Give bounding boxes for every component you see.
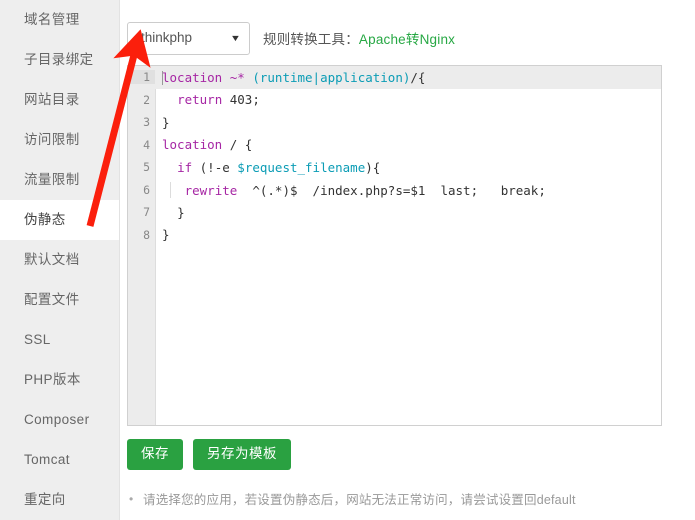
- code-editor[interactable]: 1 location ~* (runtime|application)/{ 2 …: [127, 65, 662, 426]
- sidebar-item-ssl[interactable]: SSL: [0, 320, 119, 360]
- sidebar-item-label: 重定向: [24, 492, 66, 507]
- sidebar-item-label: 流量限制: [24, 172, 80, 187]
- action-buttons: 保存 另存为模板: [127, 439, 695, 470]
- sidebar-item-label: PHP版本: [24, 372, 81, 387]
- sidebar-item-website-directory[interactable]: 网站目录: [0, 80, 119, 120]
- line-content: if (!-e $request_filename){: [177, 159, 381, 175]
- sidebar-item-label: 伪静态: [24, 212, 66, 227]
- sidebar-item-label: 默认文档: [24, 252, 80, 267]
- apache-to-nginx-link[interactable]: Apache转Nginx: [359, 32, 455, 47]
- sidebar-item-label: SSL: [24, 332, 51, 347]
- sidebar-item-label: 配置文件: [24, 292, 80, 307]
- code-line[interactable]: 7 }: [128, 201, 661, 224]
- line-number: 8: [143, 227, 150, 242]
- editor-lines: 1 location ~* (runtime|application)/{ 2 …: [128, 66, 661, 246]
- sidebar-item-config-file[interactable]: 配置文件: [0, 280, 119, 320]
- sidebar-item-rewrite[interactable]: 伪静态: [0, 200, 119, 240]
- line-number: 5: [143, 160, 150, 175]
- save-as-template-button[interactable]: 另存为模板: [193, 439, 291, 470]
- sidebar-item-redirect[interactable]: 重定向: [0, 480, 119, 520]
- code-line[interactable]: 3 }: [128, 111, 661, 134]
- rule-converter-text: 规则转换工具：: [263, 32, 359, 47]
- line-content: }: [177, 204, 185, 220]
- line-content: location / {: [162, 137, 253, 153]
- sidebar-item-label: Tomcat: [24, 452, 70, 467]
- code-line[interactable]: 4 location / {: [128, 134, 661, 157]
- rewrite-rule-select-value: thinkphp: [141, 30, 193, 46]
- sidebar-item-label: 访问限制: [24, 132, 80, 147]
- line-content: return 403;: [177, 92, 260, 108]
- line-number: 1: [128, 70, 155, 85]
- toolbar: thinkphp ▼ 规则转换工具：Apache转Nginx: [120, 0, 695, 55]
- sidebar-item-access-restriction[interactable]: 访问限制: [0, 120, 119, 160]
- sidebar: 域名管理 子目录绑定 网站目录 访问限制 流量限制 伪静态 默认文档 配置文件 …: [0, 0, 120, 520]
- chevron-down-icon: ▼: [229, 32, 242, 43]
- indent-guide: [169, 181, 171, 198]
- sidebar-item-label: 域名管理: [24, 12, 80, 27]
- sidebar-item-default-document[interactable]: 默认文档: [0, 240, 119, 280]
- code-line[interactable]: 6 rewrite ^(.*)$ /index.php?s=$1 last; b…: [128, 179, 661, 202]
- line-content: }: [162, 114, 170, 130]
- sidebar-item-subdirectory-binding[interactable]: 子目录绑定: [0, 40, 119, 80]
- line-number: 6: [143, 182, 150, 197]
- sidebar-item-composer[interactable]: Composer: [0, 400, 119, 440]
- line-content: rewrite ^(.*)$ /index.php?s=$1 last; bre…: [155, 181, 546, 198]
- sidebar-item-label: Composer: [24, 412, 90, 427]
- save-button[interactable]: 保存: [127, 439, 183, 470]
- code-line[interactable]: 2 return 403;: [128, 89, 661, 112]
- line-content: }: [162, 227, 170, 243]
- rule-converter-label: 规则转换工具：Apache转Nginx: [263, 28, 455, 48]
- help-notes: 请选择您的应用，若设置伪静态后，网站无法正常访问，请尝试设置回default: [127, 491, 695, 510]
- code-line[interactable]: 1 location ~* (runtime|application)/{: [128, 66, 661, 89]
- line-number: 7: [143, 205, 150, 220]
- line-number: 4: [143, 137, 150, 152]
- main-panel: thinkphp ▼ 规则转换工具：Apache转Nginx 1 locatio…: [120, 0, 695, 520]
- page-root: 域名管理 子目录绑定 网站目录 访问限制 流量限制 伪静态 默认文档 配置文件 …: [0, 0, 695, 520]
- code-line[interactable]: 8 }: [128, 224, 661, 247]
- sidebar-item-domain-management[interactable]: 域名管理: [0, 0, 119, 40]
- line-number: 3: [143, 115, 150, 130]
- rewrite-rule-select[interactable]: thinkphp ▼: [127, 21, 250, 55]
- line-number: 2: [143, 92, 150, 107]
- line-content: location ~* (runtime|application)/{: [162, 69, 426, 85]
- help-note-item: 请选择您的应用，若设置伪静态后，网站无法正常访问，请尝试设置回default: [127, 491, 695, 510]
- sidebar-item-tomcat[interactable]: Tomcat: [0, 440, 119, 480]
- code-line[interactable]: 5 if (!-e $request_filename){: [128, 156, 661, 179]
- sidebar-item-label: 网站目录: [24, 92, 80, 107]
- sidebar-item-php-version[interactable]: PHP版本: [0, 360, 119, 400]
- sidebar-item-traffic-limit[interactable]: 流量限制: [0, 160, 119, 200]
- sidebar-item-label: 子目录绑定: [24, 52, 94, 67]
